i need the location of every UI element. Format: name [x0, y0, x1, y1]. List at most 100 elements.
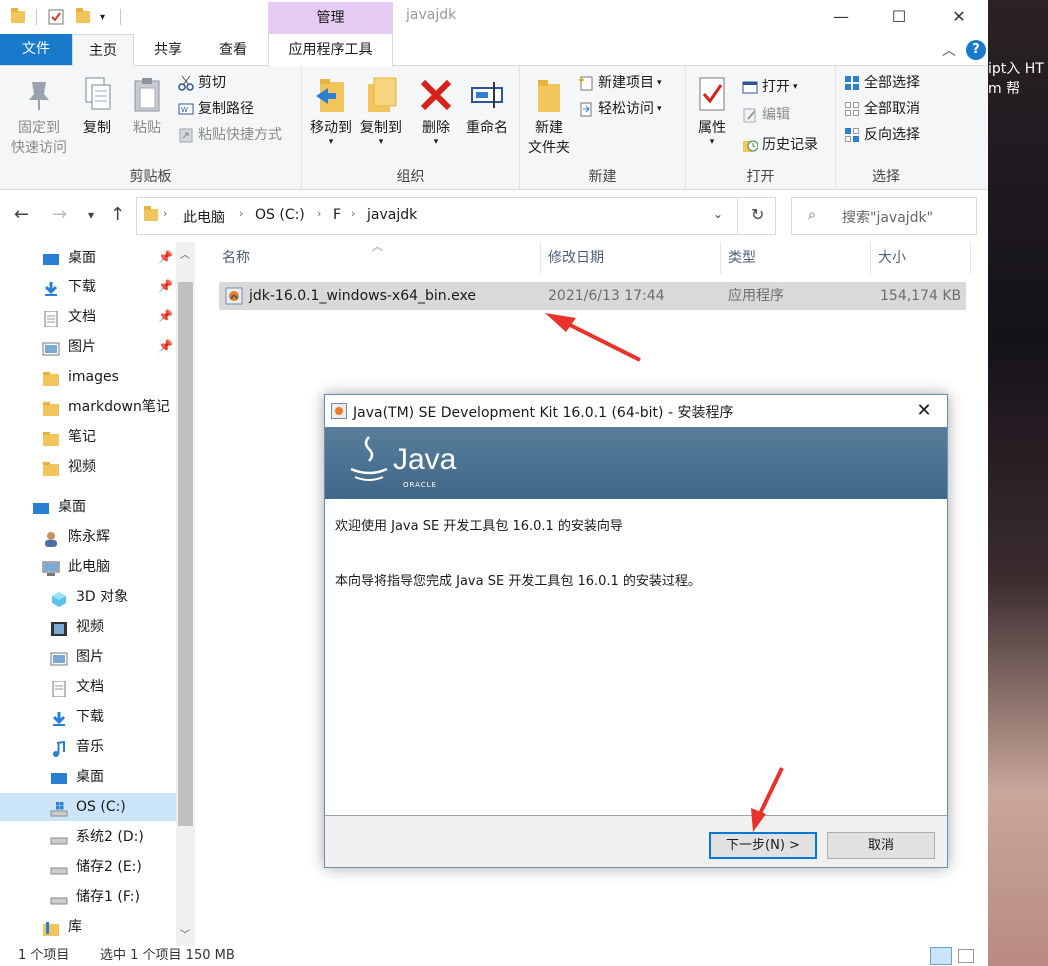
new-folder-quick-icon[interactable]	[76, 8, 90, 26]
maximize-button[interactable]: ☐	[876, 4, 922, 30]
nav-item-label: 储存2 (E:)	[76, 859, 142, 875]
nav-item-pictures[interactable]: 图片	[42, 333, 96, 361]
nav-item-downloads[interactable]: 下载	[42, 273, 96, 301]
breadcrumb-this-pc[interactable]: 此电脑	[183, 207, 225, 227]
nav-item-label: 视频	[76, 619, 104, 635]
delete-button[interactable]: 删除 ▾	[416, 76, 456, 147]
customize-quick-access-icon[interactable]: ▾	[100, 8, 105, 26]
nav-item-notes[interactable]: 笔记	[42, 423, 96, 451]
scrollbar-thumb[interactable]	[178, 282, 193, 826]
edit-button[interactable]: 编辑	[742, 104, 790, 126]
breadcrumb-os-c[interactable]: OS (C:)	[255, 207, 305, 223]
pin-icon[interactable]: 📌	[158, 309, 173, 323]
help-icon[interactable]: ?	[966, 40, 986, 60]
file-name[interactable]: jdk-16.0.1_windows-x64_bin.exe	[249, 282, 476, 310]
nav-pane-scrollbar[interactable]: ︿ ﹀	[176, 242, 195, 946]
refresh-icon[interactable]: ↻	[751, 205, 764, 224]
nav-item-user[interactable]: 陈永辉	[42, 523, 110, 551]
up-arrow-icon[interactable]: ↑	[110, 204, 125, 225]
new-folder-button[interactable]: 新建 文件夹	[526, 76, 572, 158]
nav-item-desktop[interactable]: 桌面	[42, 244, 96, 272]
cancel-button[interactable]: 取消	[827, 832, 935, 859]
column-divider[interactable]	[720, 242, 721, 274]
nav-item-libraries[interactable]: 库	[42, 913, 82, 941]
nav-item-documents-pc[interactable]: 文档	[50, 673, 104, 701]
select-all-button[interactable]: 全部选择	[844, 72, 920, 94]
tab-app-tools[interactable]: 应用程序工具	[268, 34, 393, 66]
column-header-modified[interactable]: 修改日期	[548, 242, 604, 274]
nav-item-drive-d[interactable]: 系统2 (D:)	[50, 823, 144, 851]
history-button[interactable]: 历史记录	[742, 134, 818, 156]
collapse-ribbon-icon[interactable]: ︿	[942, 40, 956, 60]
nav-item-videos-pc[interactable]: 视频	[50, 613, 104, 641]
breadcrumb-f[interactable]: F	[333, 207, 341, 223]
cut-button[interactable]: 剪切	[178, 72, 226, 94]
pin-icon[interactable]: 📌	[158, 250, 173, 264]
nav-item-markdown-notes[interactable]: markdown笔记	[42, 393, 170, 421]
details-view-icon[interactable]	[930, 947, 952, 965]
column-header-name[interactable]: 名称	[222, 242, 250, 274]
nav-item-downloads-pc[interactable]: 下载	[50, 703, 104, 731]
new-item-button[interactable]: 新建项目 ▾	[578, 72, 662, 94]
copy-to-button[interactable]: 复制到 ▾	[356, 76, 406, 147]
invert-selection-label: 反向选择	[864, 127, 920, 143]
column-divider[interactable]	[870, 242, 871, 274]
nav-item-videos[interactable]: 视频	[42, 453, 96, 481]
nav-item-drive-f[interactable]: 储存1 (F:)	[50, 883, 140, 911]
nav-item-os-c[interactable]: OS (C:)	[0, 793, 176, 821]
easy-access-button[interactable]: 轻松访问 ▾	[578, 98, 662, 120]
open-button[interactable]: 打开 ▾	[742, 76, 798, 98]
column-header-type[interactable]: 类型	[728, 242, 756, 274]
column-header-size[interactable]: 大小	[878, 242, 906, 274]
open-group: 属性 ▾ 打开 ▾ 编辑 历史记录 打开	[686, 66, 836, 190]
column-divider[interactable]	[970, 242, 971, 274]
search-box[interactable]: ⌕ 搜索"javajdk"	[791, 197, 977, 235]
tab-view[interactable]: 查看	[204, 34, 262, 66]
nav-item-music[interactable]: 音乐	[50, 733, 104, 761]
scroll-up-icon[interactable]: ︿	[180, 246, 190, 261]
paste-button[interactable]: 粘贴	[126, 76, 168, 138]
back-arrow-icon[interactable]: ←	[14, 204, 29, 225]
search-input[interactable]: 搜索"javajdk"	[842, 207, 933, 227]
chevron-down-icon[interactable]: ⌄	[713, 207, 723, 221]
nav-item-images[interactable]: images	[42, 363, 119, 391]
large-icons-view-icon[interactable]	[958, 949, 974, 963]
move-to-button[interactable]: 移动到 ▾	[306, 76, 356, 147]
breadcrumb-javajdk[interactable]: javajdk	[367, 207, 417, 223]
tab-share[interactable]: 共享	[140, 34, 196, 66]
next-button[interactable]: 下一步(N) >	[709, 832, 817, 859]
nav-item-pictures-pc[interactable]: 图片	[50, 643, 104, 671]
manage-tab[interactable]: 管理	[268, 2, 393, 34]
nav-item-3d-objects[interactable]: 3D 对象	[50, 583, 128, 611]
film-icon	[50, 619, 68, 636]
recent-locations-icon[interactable]: ▾	[88, 208, 94, 222]
nav-item-documents[interactable]: 文档	[42, 303, 96, 331]
close-button[interactable]: ✕	[936, 4, 982, 30]
tab-home[interactable]: 主页	[72, 34, 134, 67]
rename-button[interactable]: 重命名	[462, 76, 512, 138]
nav-item-label: 下载	[68, 279, 96, 295]
pin-icon[interactable]: 📌	[158, 279, 173, 293]
nav-item-this-pc[interactable]: 此电脑	[42, 553, 110, 581]
column-divider[interactable]	[540, 242, 541, 274]
nav-item-drive-e[interactable]: 储存2 (E:)	[50, 853, 142, 881]
copy-button[interactable]: 复制	[76, 76, 118, 138]
copy-path-button[interactable]: W 复制路径	[178, 98, 254, 120]
properties-quick-icon[interactable]	[48, 8, 64, 26]
invert-selection-button[interactable]: 反向选择	[844, 124, 920, 146]
nav-item-desktop-root[interactable]: 桌面	[32, 493, 86, 521]
select-none-button[interactable]: 全部取消	[844, 98, 920, 120]
nav-item-desktop-pc[interactable]: 桌面	[50, 763, 104, 791]
pin-icon[interactable]: 📌	[158, 339, 173, 353]
properties-button[interactable]: 属性 ▾	[692, 76, 732, 147]
paste-shortcut-button[interactable]: 粘贴快捷方式	[178, 124, 282, 146]
tab-file[interactable]: 文件	[0, 34, 72, 65]
dialog-close-button[interactable]: ✕	[909, 398, 939, 424]
pin-to-quick-access-button[interactable]: 固定到 快速访问	[8, 76, 70, 158]
forward-arrow-icon[interactable]: →	[52, 204, 67, 225]
address-bar[interactable]: › 此电脑 › OS (C:) › F › javajdk ⌄ ↻	[136, 197, 776, 235]
new-item-icon	[578, 75, 594, 91]
minimize-button[interactable]: —	[818, 4, 864, 30]
scroll-down-icon[interactable]: ﹀	[180, 926, 190, 941]
file-row[interactable]: jdk-16.0.1_windows-x64_bin.exe 2021/6/13…	[219, 282, 966, 310]
